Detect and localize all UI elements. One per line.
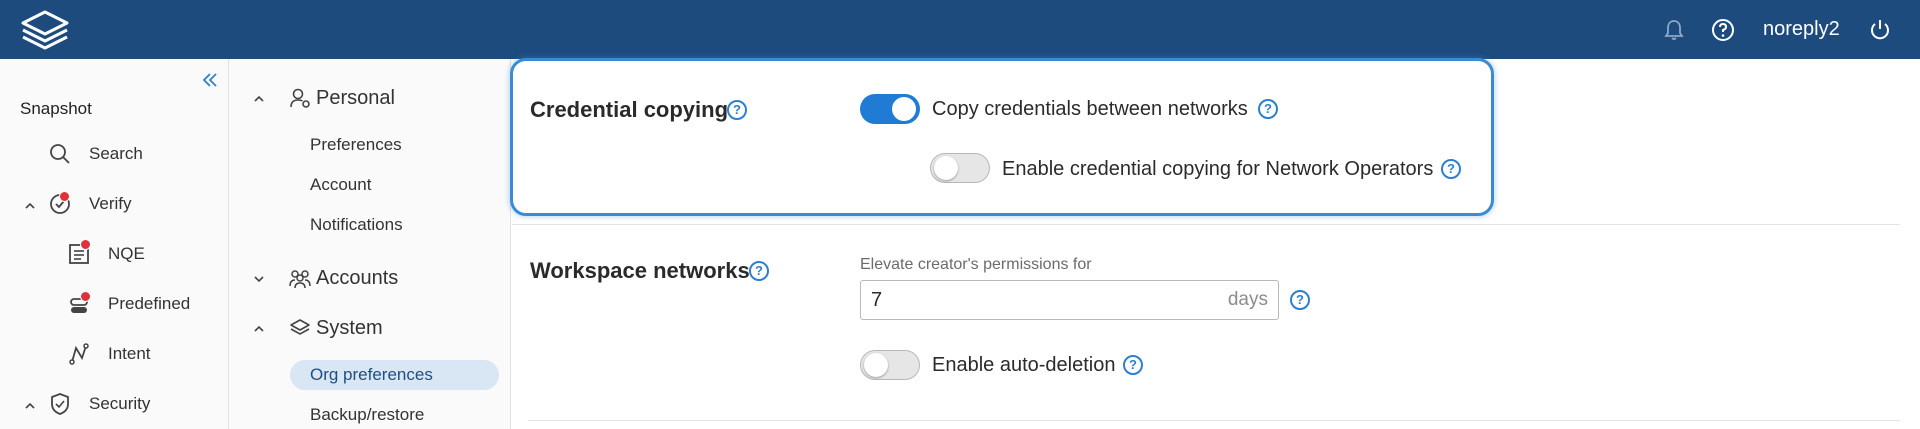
layers-icon <box>290 319 310 335</box>
user-gear-icon <box>290 88 310 108</box>
alert-badge <box>59 191 70 202</box>
credential-copying-section <box>510 58 1494 216</box>
settings-nav: Personal Preferences Account Notificatio… <box>229 59 511 429</box>
alert-badge <box>80 239 91 250</box>
section-divider <box>528 420 1900 421</box>
group-accounts[interactable]: Accounts <box>288 266 398 290</box>
group-personal[interactable]: Personal <box>288 86 395 110</box>
help-icon[interactable]: ? <box>727 100 747 120</box>
intent-icon <box>69 343 89 365</box>
chevron-down-icon[interactable] <box>252 272 266 286</box>
nav-item-label: Predefined <box>108 294 191 313</box>
group-label: Personal <box>316 86 395 109</box>
nav-item-security[interactable]: Security <box>47 391 150 417</box>
operators-copying-toggle[interactable] <box>930 153 990 183</box>
section-divider <box>512 224 1900 225</box>
auto-deletion-label: Enable auto-deletion <box>932 354 1116 376</box>
top-bar: noreply2 <box>0 0 1920 59</box>
copy-credentials-toggle[interactable] <box>860 94 920 124</box>
bell-icon[interactable] <box>1661 17 1687 43</box>
nav-item-nqe[interactable]: NQE <box>66 239 145 267</box>
sub-item-account[interactable]: Account <box>310 175 371 195</box>
username-menu[interactable]: noreply2 <box>1763 18 1840 41</box>
sub-item-backup-restore[interactable]: Backup/restore <box>310 405 424 425</box>
predefined-icon <box>66 291 92 317</box>
app-logo-icon[interactable] <box>18 9 72 51</box>
toggle-knob <box>934 156 958 180</box>
verify-icon <box>47 191 73 217</box>
nqe-icon <box>66 239 92 267</box>
credential-copying-title: Credential copying <box>530 97 729 122</box>
alert-badge <box>80 291 91 302</box>
chevron-up-icon[interactable] <box>252 322 266 336</box>
toggle-knob <box>864 353 888 377</box>
help-icon[interactable]: ? <box>1258 99 1278 119</box>
chevron-up-icon[interactable] <box>23 199 37 213</box>
shield-icon <box>51 393 69 415</box>
search-icon <box>50 144 70 164</box>
chevron-up-icon[interactable] <box>23 399 37 413</box>
nav-item-intent[interactable]: Intent <box>66 341 151 367</box>
collapse-sidebar-icon[interactable] <box>199 69 221 91</box>
sub-item-notifications[interactable]: Notifications <box>310 215 403 235</box>
nav-item-label: NQE <box>108 244 145 263</box>
help-icon[interactable]: ? <box>1290 290 1310 310</box>
help-icon[interactable] <box>1710 17 1736 43</box>
help-icon[interactable]: ? <box>749 261 769 281</box>
workspace-networks-title: Workspace networks <box>530 258 750 283</box>
group-label: Accounts <box>316 266 399 289</box>
nav-item-verify[interactable]: Verify <box>47 191 132 217</box>
elevate-permissions-label: Elevate creator's permissions for <box>860 256 1092 273</box>
left-nav: Snapshot Search Verify NQE Predefined In… <box>0 59 229 429</box>
days-suffix: days <box>1227 289 1268 310</box>
nav-item-search[interactable]: Search <box>47 141 143 167</box>
elevate-days-value: 7 <box>871 289 883 311</box>
nav-item-label: Intent <box>108 344 151 363</box>
help-icon[interactable]: ? <box>1123 355 1143 375</box>
chevron-up-icon[interactable] <box>252 92 266 106</box>
toggle-knob <box>892 97 916 121</box>
group-system[interactable]: System <box>288 316 383 340</box>
nav-item-predefined[interactable]: Predefined <box>66 291 190 317</box>
nav-item-label: Security <box>89 394 151 413</box>
nav-item-label: Verify <box>89 194 132 213</box>
elevate-days-field[interactable]: 7 days <box>860 280 1279 320</box>
sub-item-preferences[interactable]: Preferences <box>310 135 402 155</box>
group-label: System <box>316 316 383 339</box>
copy-credentials-label: Copy credentials between networks <box>932 98 1248 120</box>
power-icon[interactable] <box>1867 17 1893 43</box>
users-icon <box>289 270 311 289</box>
help-icon[interactable]: ? <box>1441 159 1461 179</box>
nav-item-label: Search <box>89 144 143 163</box>
sub-item-org-preferences[interactable]: Org preferences <box>310 365 433 385</box>
snapshot-heading: Snapshot <box>20 99 92 118</box>
operators-copying-label: Enable credential copying for Network Op… <box>1002 158 1434 180</box>
auto-deletion-toggle[interactable] <box>860 350 920 380</box>
